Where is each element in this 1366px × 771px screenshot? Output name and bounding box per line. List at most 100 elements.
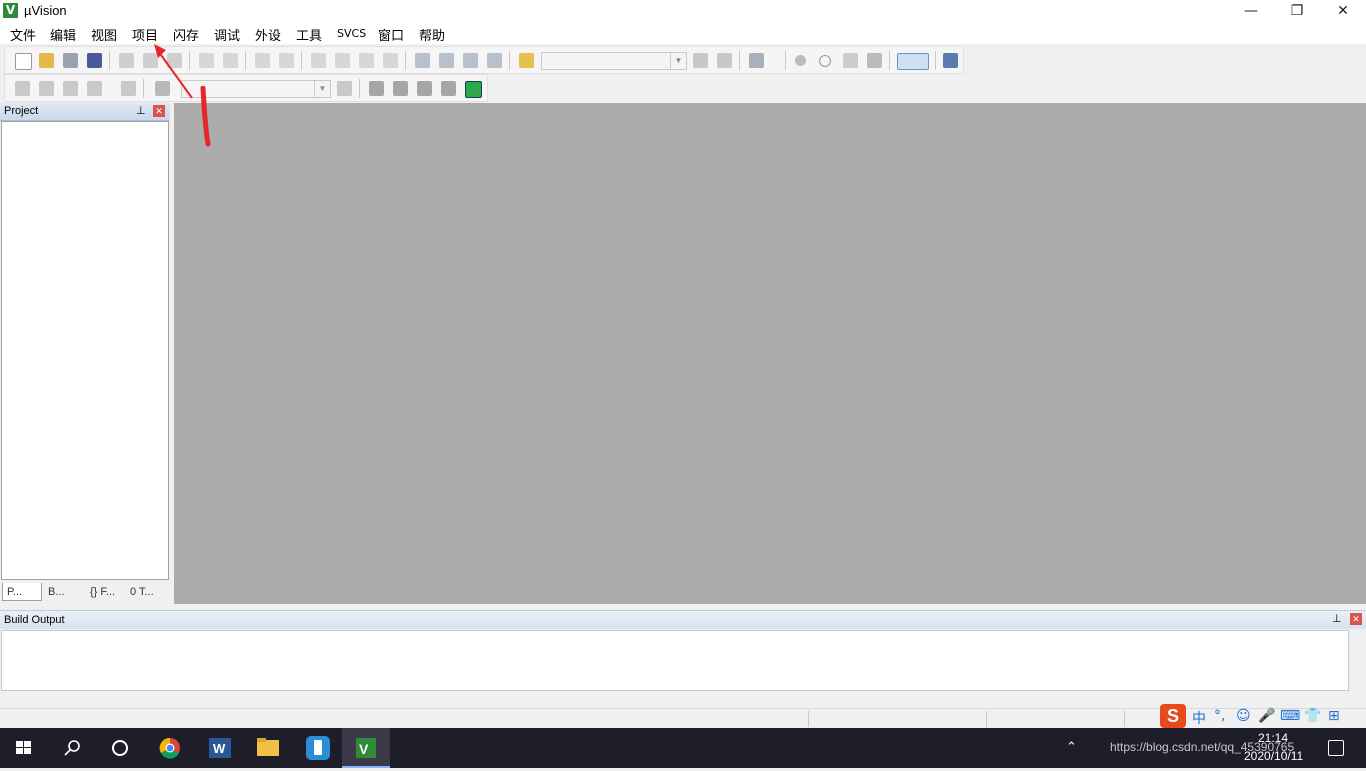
toolbox-icon[interactable]: ⊞ <box>1328 708 1340 724</box>
find-in-files-icon[interactable] <box>519 53 534 68</box>
skin-icon[interactable]: 👕 <box>1304 708 1321 724</box>
navigate-forward-icon[interactable] <box>279 53 294 68</box>
menu-debug[interactable]: 调试 <box>214 25 240 44</box>
cortana-icon <box>112 740 128 756</box>
pin-icon[interactable]: ⊥ <box>136 104 146 117</box>
breakpoint-icon[interactable] <box>795 55 806 66</box>
notification-icon[interactable] <box>1328 740 1344 756</box>
menu-tools[interactable]: 工具 <box>296 25 322 44</box>
configure-icon[interactable] <box>943 53 958 68</box>
microphone-icon[interactable]: 🎤 <box>1258 708 1275 724</box>
stop-build-icon[interactable] <box>121 81 136 96</box>
tab-books[interactable]: B... <box>44 583 84 601</box>
minimize-button[interactable]: — <box>1228 0 1274 22</box>
windows-icon <box>16 741 31 754</box>
menu-view[interactable]: 视图 <box>91 25 117 44</box>
menu-window[interactable]: 窗口 <box>378 25 404 44</box>
svg-text:V: V <box>359 741 369 757</box>
vertical-scrollbar[interactable] <box>1349 630 1366 691</box>
search-button[interactable] <box>48 728 96 768</box>
editor-area[interactable] <box>174 103 1366 604</box>
manage-rte-icon[interactable] <box>417 81 432 96</box>
select-packs-icon[interactable] <box>393 81 408 96</box>
uvision-icon: V <box>356 738 376 758</box>
disable-all-breakpoints-icon[interactable] <box>843 53 858 68</box>
kill-all-breakpoints-icon[interactable] <box>867 53 882 68</box>
prev-bookmark-icon[interactable] <box>335 53 350 68</box>
menu-svcs[interactable]: SVCS <box>337 27 366 40</box>
find-combo[interactable]: ▼ <box>541 52 687 70</box>
clock-date[interactable]: 2020/10/11 <box>1244 749 1303 763</box>
project-tree[interactable] <box>1 121 169 580</box>
redo-icon[interactable] <box>223 53 238 68</box>
chevron-down-icon[interactable]: ▼ <box>670 53 686 69</box>
comment-icon[interactable] <box>463 53 478 68</box>
start-button[interactable] <box>0 728 48 768</box>
undo-icon[interactable] <box>199 53 214 68</box>
templates-tab-label: 0 T... <box>130 586 154 598</box>
ime-chinese-mode[interactable]: 中 <box>1192 708 1206 728</box>
window-layout-icon[interactable] <box>897 53 929 70</box>
ime-punctuation[interactable]: °, <box>1214 708 1225 724</box>
find-icon[interactable] <box>693 53 708 68</box>
keyboard-icon[interactable]: ⌨ <box>1280 708 1300 724</box>
cut-icon[interactable] <box>119 53 134 68</box>
menu-help[interactable]: 帮助 <box>419 25 445 44</box>
annotation-arrow <box>154 44 193 99</box>
disable-breakpoint-icon[interactable] <box>819 55 831 67</box>
rebuild-icon[interactable] <box>63 81 78 96</box>
restore-button[interactable]: ❐ <box>1274 0 1320 22</box>
close-button[interactable]: ✕ <box>1320 0 1366 22</box>
pin-icon[interactable]: ⊥ <box>1332 612 1342 625</box>
folder-icon <box>257 738 279 756</box>
chevron-up-icon[interactable]: ⌃ <box>1066 739 1077 755</box>
close-panel-icon[interactable]: ✕ <box>153 105 165 117</box>
build-toolbar: ▼ <box>4 74 488 102</box>
build-output-header: Build Output ⊥ ✕ <box>0 610 1366 629</box>
pack-installer-icon[interactable] <box>441 81 456 96</box>
target-options-icon[interactable] <box>337 81 352 96</box>
chevron-down-icon[interactable]: ▼ <box>314 81 330 97</box>
horizontal-scrollbar[interactable] <box>1 691 1349 706</box>
new-file-icon[interactable] <box>15 53 32 70</box>
build-output-title: Build Output <box>4 614 65 626</box>
debug-session-icon[interactable] <box>749 53 764 68</box>
build-icon[interactable] <box>39 81 54 96</box>
tab-templates[interactable]: 0 T... <box>126 583 168 601</box>
menu-edit[interactable]: 编辑 <box>50 25 76 44</box>
menu-peripherals[interactable]: 外设 <box>255 25 281 44</box>
bookmark-icon[interactable] <box>311 53 326 68</box>
project-tabs: P... B... {} F... 0 T... <box>0 581 170 603</box>
task-view-button[interactable] <box>96 728 144 768</box>
menu-file[interactable]: 文件 <box>10 25 36 44</box>
annotation-mark <box>200 86 211 147</box>
uncomment-icon[interactable] <box>487 53 502 68</box>
indent-icon[interactable] <box>415 53 430 68</box>
taskbar-explorer[interactable] <box>244 728 292 768</box>
taskbar-chrome[interactable] <box>146 728 194 768</box>
close-panel-icon[interactable]: ✕ <box>1350 613 1362 625</box>
sogou-logo-icon[interactable]: S <box>1160 704 1186 728</box>
save-icon[interactable] <box>63 53 78 68</box>
taskbar-uvision[interactable]: V <box>342 728 390 768</box>
build-output-text[interactable] <box>1 630 1349 691</box>
open-folder-icon[interactable] <box>39 53 54 68</box>
incremental-find-icon[interactable] <box>717 53 732 68</box>
run-time-env-icon[interactable] <box>465 81 482 98</box>
navigate-back-icon[interactable] <box>255 53 270 68</box>
save-all-icon[interactable] <box>87 53 102 68</box>
emoji-icon[interactable]: ☺ <box>1236 708 1251 724</box>
unindent-icon[interactable] <box>439 53 454 68</box>
functions-tab-label: {} F... <box>90 586 116 598</box>
books-tab-label: B... <box>48 586 65 598</box>
next-bookmark-icon[interactable] <box>359 53 374 68</box>
taskbar-word[interactable]: W <box>196 728 244 768</box>
tab-functions[interactable]: {} F... <box>86 583 124 601</box>
taskbar-phone-app[interactable] <box>294 728 342 768</box>
batch-build-icon[interactable] <box>87 81 102 96</box>
clock-time[interactable]: 21:14 <box>1258 731 1288 745</box>
clear-bookmarks-icon[interactable] <box>383 53 398 68</box>
manage-project-items-icon[interactable] <box>369 81 384 96</box>
translate-icon[interactable] <box>15 81 30 96</box>
tab-project[interactable]: P... <box>2 583 42 601</box>
